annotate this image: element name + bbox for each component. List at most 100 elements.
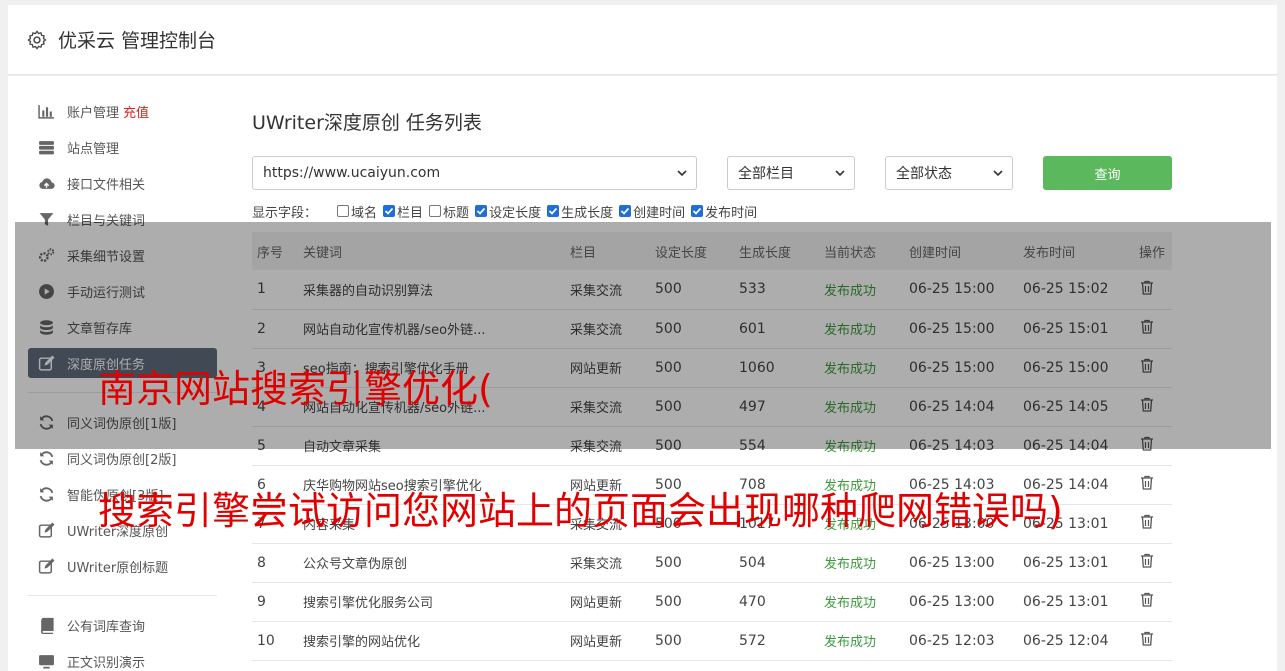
watermark-line-1: 南京网站搜索引擎优化(	[98, 367, 493, 411]
watermark-line-2: 搜索引擎尝试访问您网站上的页面会出现哪种爬网错误吗)	[98, 489, 1063, 533]
field-checkbox-category[interactable]: 栏目	[383, 202, 423, 221]
sidebar-item-label: 公有词库查询	[67, 619, 146, 635]
check-icon	[476, 207, 486, 215]
sidebar-item-public-lexicon[interactable]: 公有词库查询	[28, 610, 217, 640]
status-select-value: 全部状态	[896, 166, 952, 182]
site-select-value: https://www.ucaiyun.com	[263, 165, 441, 181]
sidebar-item-label: 账户管理	[67, 105, 120, 121]
field-checkbox-gen-length[interactable]: 生成长度	[547, 202, 613, 221]
sidebar-item-label: 同义词伪原创[2版]	[67, 452, 177, 468]
cell-category: 采集交流	[570, 557, 623, 572]
cell-created: 06-25 13:00	[909, 554, 995, 571]
sidebar-divider	[28, 595, 217, 596]
cell-actions	[1134, 543, 1172, 582]
sidebar-item-uwriter-title[interactable]: UWriter原创标题	[28, 551, 217, 581]
cell-status: 发布成功	[824, 635, 877, 650]
cell-category: 网站更新	[570, 596, 623, 611]
cell-gen-length: 470	[739, 593, 766, 610]
page-title: UWriter深度原创 任务列表	[252, 112, 482, 134]
cell-published: 06-25 12:04	[1023, 632, 1109, 649]
book-icon	[41, 617, 54, 634]
checkbox-label: 域名	[351, 205, 378, 221]
monitor-icon	[39, 654, 54, 669]
chevron-down-icon	[677, 170, 687, 177]
cell-actions	[1134, 465, 1172, 504]
server-icon	[39, 140, 54, 154]
display-fields: 显示字段： 域名 栏目 标题 设定长度 生成长度 创建时间 发布时间	[252, 201, 763, 221]
check-icon	[548, 207, 558, 215]
table-row: 10 搜索引擎的网站优化 网站更新 500 572 发布成功 06-25 12:03 06-2…	[252, 621, 1172, 660]
field-checkbox-title[interactable]: 标题	[429, 202, 469, 221]
field-checkbox-domain[interactable]: 域名	[337, 202, 377, 221]
query-button[interactable]: 查询	[1043, 156, 1172, 190]
cell-no: 8	[257, 554, 266, 571]
cell-actions	[1134, 504, 1172, 543]
status-select[interactable]: 全部状态	[885, 156, 1013, 190]
checkbox-checked[interactable]	[691, 205, 704, 217]
checkbox-label: 标题	[443, 205, 470, 221]
sidebar-item-label: UWriter原创标题	[67, 560, 169, 576]
cloud-upload-icon	[39, 177, 55, 189]
cell-keyword: 搜索引擎的网站优化	[303, 635, 421, 650]
cell-set-length: 500	[655, 632, 682, 649]
sidebar-item-text-recognition[interactable]: 正文识别演示	[28, 646, 217, 671]
category-select-value: 全部栏目	[738, 166, 794, 182]
cell-keyword: 公众号文章伪原创	[303, 557, 408, 572]
sidebar-item-interface-files[interactable]: 接口文件相关	[28, 168, 217, 198]
edit-icon	[38, 522, 55, 538]
chevron-down-icon	[835, 170, 845, 177]
trash-icon[interactable]	[1139, 630, 1155, 647]
gear-icon	[27, 30, 47, 49]
checkbox[interactable]	[337, 205, 350, 217]
field-checkbox-set-length[interactable]: 设定长度	[475, 202, 541, 221]
table-row: 8 公众号文章伪原创 采集交流 500 504 发布成功 06-25 13:00 06-25 …	[252, 543, 1172, 582]
cell-gen-length: 572	[739, 632, 766, 649]
site-select[interactable]: https://www.ucaiyun.com	[252, 156, 697, 190]
cell-actions	[1134, 621, 1172, 660]
checkbox-label: 设定长度	[489, 205, 542, 221]
checkbox-checked[interactable]	[547, 205, 560, 217]
dim-overlay	[15, 222, 1271, 449]
sidebar-item-label: 正文识别演示	[67, 655, 146, 671]
app-header: 优采云 管理控制台	[8, 5, 1277, 75]
cell-published: 06-25 13:01	[1023, 554, 1109, 571]
refresh-icon	[39, 450, 54, 466]
bar-chart-icon	[38, 104, 54, 119]
cell-created: 06-25 13:00	[909, 593, 995, 610]
trash-icon[interactable]	[1139, 591, 1155, 608]
cell-status: 发布成功	[824, 596, 877, 611]
chevron-down-icon	[993, 170, 1003, 177]
checkbox-checked[interactable]	[383, 205, 396, 217]
sidebar-item-label: 接口文件相关	[67, 177, 146, 193]
cell-created: 06-25 12:03	[909, 632, 995, 649]
display-fields-label: 显示字段：	[252, 205, 318, 221]
cell-category: 网站更新	[570, 635, 623, 650]
recharge-link[interactable]: 充值	[123, 102, 149, 121]
cell-no: 9	[257, 593, 266, 610]
cell-status: 发布成功	[824, 557, 877, 572]
check-icon	[693, 207, 702, 215]
check-icon	[620, 207, 630, 215]
trash-icon[interactable]	[1139, 552, 1155, 569]
sidebar-item-sites[interactable]: 站点管理	[28, 132, 217, 162]
checkbox-checked[interactable]	[619, 205, 632, 217]
edit-icon	[38, 558, 55, 574]
field-checkbox-created[interactable]: 创建时间	[619, 202, 685, 221]
cell-gen-length: 504	[739, 554, 766, 571]
checkbox[interactable]	[429, 205, 442, 217]
cell-set-length: 500	[655, 554, 682, 571]
table-row: 9 搜索引擎优化服务公司 网站更新 500 470 发布成功 06-25 13:00 06-2…	[252, 582, 1172, 621]
checkbox-label: 生成长度	[561, 205, 614, 221]
cell-no: 10	[257, 632, 275, 649]
cell-published: 06-25 13:01	[1023, 593, 1109, 610]
sidebar-item-label: 站点管理	[67, 141, 120, 157]
cell-actions	[1134, 582, 1172, 621]
checkbox-label: 创建时间	[633, 205, 686, 221]
field-checkbox-published[interactable]: 发布时间	[691, 202, 757, 221]
check-icon	[384, 207, 394, 215]
trash-icon[interactable]	[1139, 513, 1155, 530]
trash-icon[interactable]	[1139, 474, 1155, 491]
checkbox-checked[interactable]	[475, 205, 488, 217]
sidebar-item-account[interactable]: 账户管理 充值	[28, 96, 217, 126]
category-select[interactable]: 全部栏目	[727, 156, 855, 190]
